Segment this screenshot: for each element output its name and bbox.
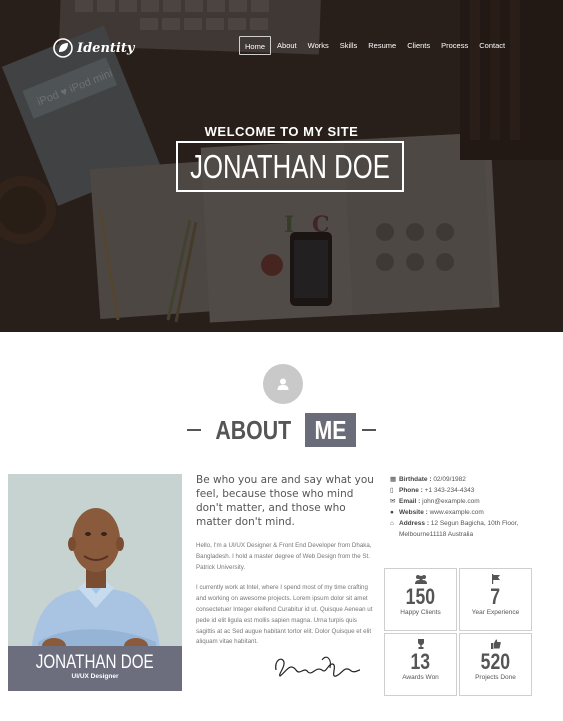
envelope-icon: ✉ <box>390 498 396 505</box>
brand-logo[interactable]: Identity <box>53 38 134 58</box>
stat-label: Year Experience <box>471 609 520 616</box>
hero-welcome-text: WELCOME TO MY SITE <box>204 124 359 139</box>
bio-section: Be who you are and say what you feel, be… <box>196 473 374 648</box>
nav-works[interactable]: Works <box>303 36 334 55</box>
info-phone: ▯ Phone : +1 343-234-4343 <box>390 485 550 496</box>
website-label: Website : <box>399 509 428 516</box>
stat-value: 520 <box>480 649 511 674</box>
nav-home[interactable]: Home <box>239 36 272 55</box>
about-title-word: ABOUT <box>215 414 291 445</box>
stat-value: 150 <box>405 584 436 609</box>
website-value[interactable]: www.example.com <box>430 509 484 516</box>
stat-awards-won: 13 Awards Won <box>384 633 457 696</box>
info-birthdate: ▦ Birthdate : 02/09/1982 <box>390 474 550 485</box>
nav-contact[interactable]: Contact <box>474 36 510 55</box>
hero-section: iPod ♥ iPod mini I C <box>0 0 563 332</box>
about-section-title: ABOUT ME <box>0 412 563 448</box>
phone-value: +1 343-234-4343 <box>424 487 475 494</box>
info-email: ✉ Email : john@example.com <box>390 496 550 507</box>
profile-name-band: JONATHAN DOE UI/UX Designer <box>8 646 182 691</box>
stat-value: 13 <box>410 649 431 674</box>
signature-image <box>275 656 361 677</box>
calendar-icon: ▦ <box>390 476 397 483</box>
birthdate-label: Birthdate : <box>399 476 432 483</box>
profile-name: JONATHAN DOE <box>36 652 154 673</box>
brand-name: Identity <box>77 40 135 56</box>
email-value[interactable]: john@example.com <box>422 498 480 505</box>
stat-label: Projects Done <box>475 674 516 681</box>
about-title-highlight-text: ME <box>314 415 347 445</box>
home-icon: ⌂ <box>390 520 394 527</box>
hero-name-box: JONATHAN DOE <box>176 141 404 192</box>
nav-about[interactable]: About <box>272 36 302 55</box>
profile-card: JONATHAN DOE UI/UX Designer <box>8 474 182 691</box>
navbar: Identity Home About Works Skills Resume … <box>0 36 563 60</box>
phone-icon: ▯ <box>390 487 394 494</box>
main-menu: Home About Works Skills Resume Clients P… <box>239 36 511 55</box>
nav-resume[interactable]: Resume <box>363 36 401 55</box>
bio-paragraph-2: I currently work at Intel, where I spend… <box>196 584 373 646</box>
stat-projects-done: 520 Projects Done <box>459 633 532 696</box>
bio-quote: Be who you are and say what you feel, be… <box>196 474 374 528</box>
nav-process[interactable]: Process <box>436 36 473 55</box>
hero-name: JONATHAN DOE <box>190 147 390 185</box>
leaf-logo-icon <box>53 38 73 58</box>
address-label: Address : <box>399 520 429 527</box>
address-value: 12 Segun Bagicha, 10th Floor, <box>430 520 519 527</box>
about-user-icon-circle <box>263 364 303 404</box>
birthdate-value: 02/09/1982 <box>433 476 466 483</box>
phone-label: Phone : <box>399 487 423 494</box>
about-title-highlight: ME <box>305 413 357 447</box>
stat-label: Awards Won <box>402 674 439 681</box>
info-address: ⌂ Address : 12 Segun Bagicha, 10th Floor… <box>390 518 550 529</box>
nav-clients[interactable]: Clients <box>402 36 435 55</box>
title-dash-left <box>186 429 201 431</box>
email-label: Email : <box>399 498 421 505</box>
globe-icon: ● <box>390 509 394 516</box>
stat-year-experience: 7 Year Experience <box>459 568 532 631</box>
info-website: ● Website : www.example.com <box>390 507 550 518</box>
stat-label: Happy Clients <box>400 609 441 616</box>
profile-role: UI/UX Designer <box>71 673 119 680</box>
stats-grid: 150 Happy Clients 7 Year Experience 13 A… <box>384 568 532 696</box>
nav-skills[interactable]: Skills <box>335 36 363 55</box>
user-icon <box>277 378 289 390</box>
stat-happy-clients: 150 Happy Clients <box>384 568 457 631</box>
personal-info: ▦ Birthdate : 02/09/1982 ▯ Phone : +1 34… <box>390 474 550 540</box>
stat-value: 7 <box>490 584 501 609</box>
title-dash-right <box>362 429 377 431</box>
bio-paragraph-1: Hello, I'm a UI/UX Designer & Front End … <box>196 542 372 571</box>
address-value-line-2: Melbourne11118 Australia <box>399 531 474 538</box>
